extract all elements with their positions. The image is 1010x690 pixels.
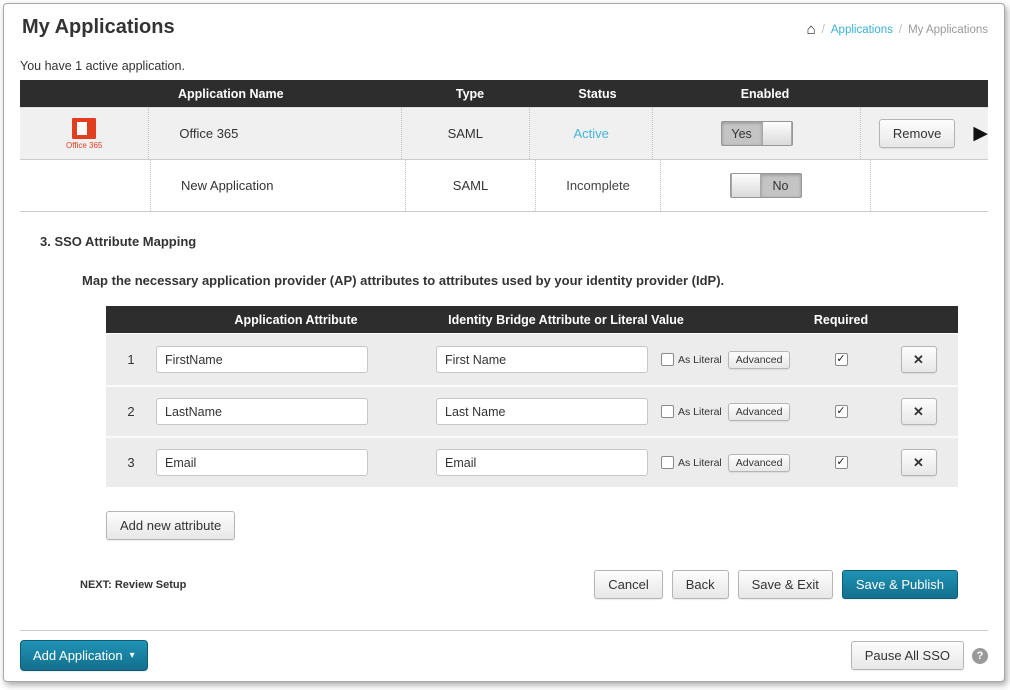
office-365-icon: Office 365	[66, 118, 102, 150]
caret-down-icon: ▾	[130, 650, 135, 661]
required-checkbox-2[interactable]: ✓	[835, 405, 848, 418]
delete-attribute-button-1[interactable]: ✕	[901, 346, 937, 373]
as-literal-checkbox-3[interactable]	[661, 456, 674, 469]
enabled-toggle-office-365[interactable]: Yes	[721, 121, 793, 146]
enabled-toggle-new-application[interactable]: No	[730, 173, 802, 198]
toggle-knob	[731, 174, 761, 197]
table-row-office-365: Office 365 Office 365 SAML Active Yes Re…	[20, 107, 988, 159]
breadcrumb-link-applications[interactable]: Applications	[831, 24, 893, 36]
toggle-label: No	[761, 174, 801, 197]
sso-attribute-mapping-section: 3. SSO Attribute Mapping Map the necessa…	[20, 234, 988, 599]
breadcrumb-current: My Applications	[908, 24, 988, 36]
page-title: My Applications	[20, 16, 175, 39]
col-header-identity-bridge-attribute: Identity Bridge Attribute or Literal Val…	[436, 313, 801, 327]
add-new-attribute-button[interactable]: Add new attribute	[106, 511, 235, 540]
as-literal-label: As Literal	[678, 406, 722, 418]
applications-table-header: Application Name Type Status Enabled	[20, 80, 988, 107]
remove-cell: Remove	[860, 108, 974, 159]
application-type: SAML	[405, 160, 535, 211]
col-header-application-name: Application Name	[150, 87, 405, 101]
app-attribute-input-2[interactable]	[156, 398, 368, 425]
active-application-count: You have 1 active application.	[20, 59, 988, 73]
add-application-button[interactable]: Add Application ▾	[20, 640, 148, 671]
app-window: My Applications ⌂ / Applications / My Ap…	[3, 3, 1005, 682]
row-number: 3	[106, 455, 156, 470]
advanced-button-3[interactable]: Advanced	[728, 454, 791, 472]
remove-cell	[870, 160, 985, 211]
office-365-logo-glyph	[72, 118, 96, 139]
enabled-cell: Yes	[652, 108, 859, 159]
toggle-label: Yes	[722, 122, 762, 145]
applications-table: Application Name Type Status Enabled Off…	[20, 80, 988, 212]
row-number: 2	[106, 404, 156, 419]
expand-arrow-icon[interactable]: ▶	[973, 124, 988, 143]
application-status: Incomplete	[535, 160, 660, 211]
save-and-publish-button[interactable]: Save & Publish	[842, 570, 958, 599]
delete-attribute-button-3[interactable]: ✕	[901, 449, 937, 476]
topbar: My Applications ⌂ / Applications / My Ap…	[20, 16, 988, 39]
wizard-actions: NEXT: Review Setup Cancel Back Save & Ex…	[80, 570, 958, 599]
col-header-required: Required	[801, 313, 881, 327]
app-attribute-input-3[interactable]	[156, 449, 368, 476]
as-literal-checkbox-1[interactable]	[661, 353, 674, 366]
col-header-enabled: Enabled	[660, 87, 870, 101]
app-icon-cell: Office 365	[20, 118, 148, 150]
attribute-row-3: 3 As Literal Advanced ✓ ✕	[106, 436, 958, 487]
idp-attribute-input-2[interactable]	[436, 398, 648, 425]
remove-button[interactable]: Remove	[879, 119, 955, 148]
delete-attribute-button-2[interactable]: ✕	[901, 398, 937, 425]
app-attribute-input-1[interactable]	[156, 346, 368, 373]
attribute-mapping-table: Application Attribute Identity Bridge At…	[106, 306, 958, 487]
attribute-row-2: 2 As Literal Advanced ✓ ✕	[106, 385, 958, 436]
help-icon[interactable]: ?	[972, 648, 988, 664]
attribute-row-1: 1 As Literal Advanced ✓ ✕	[106, 334, 958, 385]
enabled-cell: No	[660, 160, 870, 211]
application-name: Office 365	[148, 108, 400, 159]
breadcrumb-separator: /	[899, 24, 902, 36]
table-row-new-application: New Application SAML Incomplete No	[20, 159, 988, 211]
pause-all-sso-button[interactable]: Pause All SSO	[851, 641, 964, 670]
idp-attribute-input-3[interactable]	[436, 449, 648, 476]
next-step-label: NEXT: Review Setup	[80, 579, 186, 591]
footer-bar: Add Application ▾ Pause All SSO ?	[20, 630, 988, 671]
attribute-table-header: Application Attribute Identity Bridge At…	[106, 306, 958, 333]
as-literal-label: As Literal	[678, 354, 722, 366]
col-header-type: Type	[405, 87, 535, 101]
row-number: 1	[106, 352, 156, 367]
toggle-knob	[762, 122, 792, 145]
section-title: 3. SSO Attribute Mapping	[40, 234, 988, 249]
back-button[interactable]: Back	[672, 570, 729, 599]
col-header-application-attribute: Application Attribute	[156, 313, 436, 327]
cancel-button[interactable]: Cancel	[594, 570, 662, 599]
add-application-label: Add Application	[33, 648, 123, 663]
office-365-icon-label: Office 365	[66, 141, 102, 150]
as-literal-label: As Literal	[678, 457, 722, 469]
required-checkbox-3[interactable]: ✓	[835, 456, 848, 469]
breadcrumb: ⌂ / Applications / My Applications	[807, 22, 988, 37]
advanced-button-2[interactable]: Advanced	[728, 403, 791, 421]
col-header-status: Status	[535, 87, 660, 101]
as-literal-checkbox-2[interactable]	[661, 405, 674, 418]
advanced-button-1[interactable]: Advanced	[728, 351, 791, 369]
save-and-exit-button[interactable]: Save & Exit	[738, 570, 833, 599]
application-status: Active	[529, 108, 652, 159]
expand-cell: ▶	[973, 124, 988, 143]
required-checkbox-1[interactable]: ✓	[835, 353, 848, 366]
section-description: Map the necessary application provider (…	[82, 273, 988, 288]
application-type: SAML	[401, 108, 529, 159]
application-name: New Application	[150, 160, 405, 211]
breadcrumb-separator: /	[822, 24, 825, 36]
idp-attribute-input-1[interactable]	[436, 346, 648, 373]
home-icon[interactable]: ⌂	[807, 22, 816, 37]
